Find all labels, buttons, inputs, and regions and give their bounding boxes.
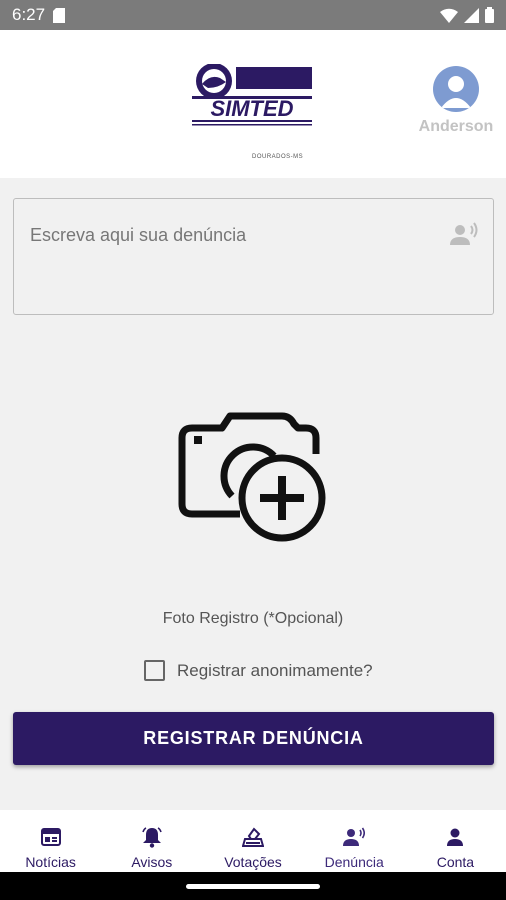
app-header: SIMTED DOURADOS-MS Anderson (0, 30, 506, 178)
signal-icon (464, 7, 479, 23)
person-icon (441, 76, 471, 108)
svg-text:SIMTED: SIMTED (210, 96, 293, 121)
bell-icon (142, 827, 162, 848)
anonymous-label[interactable]: Registrar anonimamente? (177, 661, 373, 681)
simted-logo: SIMTED (192, 64, 312, 126)
status-bar: 6:27 (0, 0, 506, 30)
home-gesture-handle[interactable] (186, 884, 320, 889)
nav-label: Votações (224, 854, 282, 870)
user-profile[interactable]: Anderson (416, 66, 496, 136)
battery-icon (485, 7, 494, 23)
gesture-bar (0, 872, 506, 900)
nav-item-conta[interactable]: Conta (405, 810, 506, 872)
sd-card-icon (53, 7, 66, 23)
nav-label: Conta (436, 854, 475, 870)
anonymous-option[interactable]: Registrar anonimamente? (144, 660, 373, 681)
bottom-navigation: Notícias Avisos Votações Denúncia Conta (0, 810, 506, 872)
status-time: 6:27 (12, 5, 46, 24)
report-form: Foto Registro (*Opcional) Registrar anon… (0, 178, 506, 810)
voice-input-icon[interactable] (449, 221, 479, 247)
nav-label: Denúncia (324, 854, 384, 870)
avatar[interactable] (433, 66, 479, 112)
anonymous-checkbox[interactable] (144, 660, 165, 681)
vote-icon (242, 827, 264, 847)
user-name: Anderson (418, 118, 494, 135)
nav-item-votacoes[interactable]: Votações (202, 810, 303, 872)
add-photo-icon[interactable] (178, 404, 330, 544)
wifi-icon (440, 8, 458, 23)
submit-report-button[interactable]: REGISTRAR DENÚNCIA (13, 712, 494, 765)
nav-item-noticias[interactable]: Notícias (0, 810, 101, 872)
nav-item-avisos[interactable]: Avisos (101, 810, 202, 872)
news-icon (40, 828, 61, 846)
logo-caption: DOURADOS-MS (252, 154, 304, 160)
report-text-field-container (13, 198, 494, 315)
person-icon (447, 828, 464, 846)
report-textarea[interactable] (14, 199, 493, 314)
photo-label: Foto Registro (*Opcional) (162, 610, 344, 627)
nav-label: Notícias (25, 854, 76, 870)
nav-label: Avisos (131, 854, 173, 870)
nav-item-denuncia[interactable]: Denúncia (304, 810, 405, 872)
voice-report-icon (343, 827, 366, 846)
